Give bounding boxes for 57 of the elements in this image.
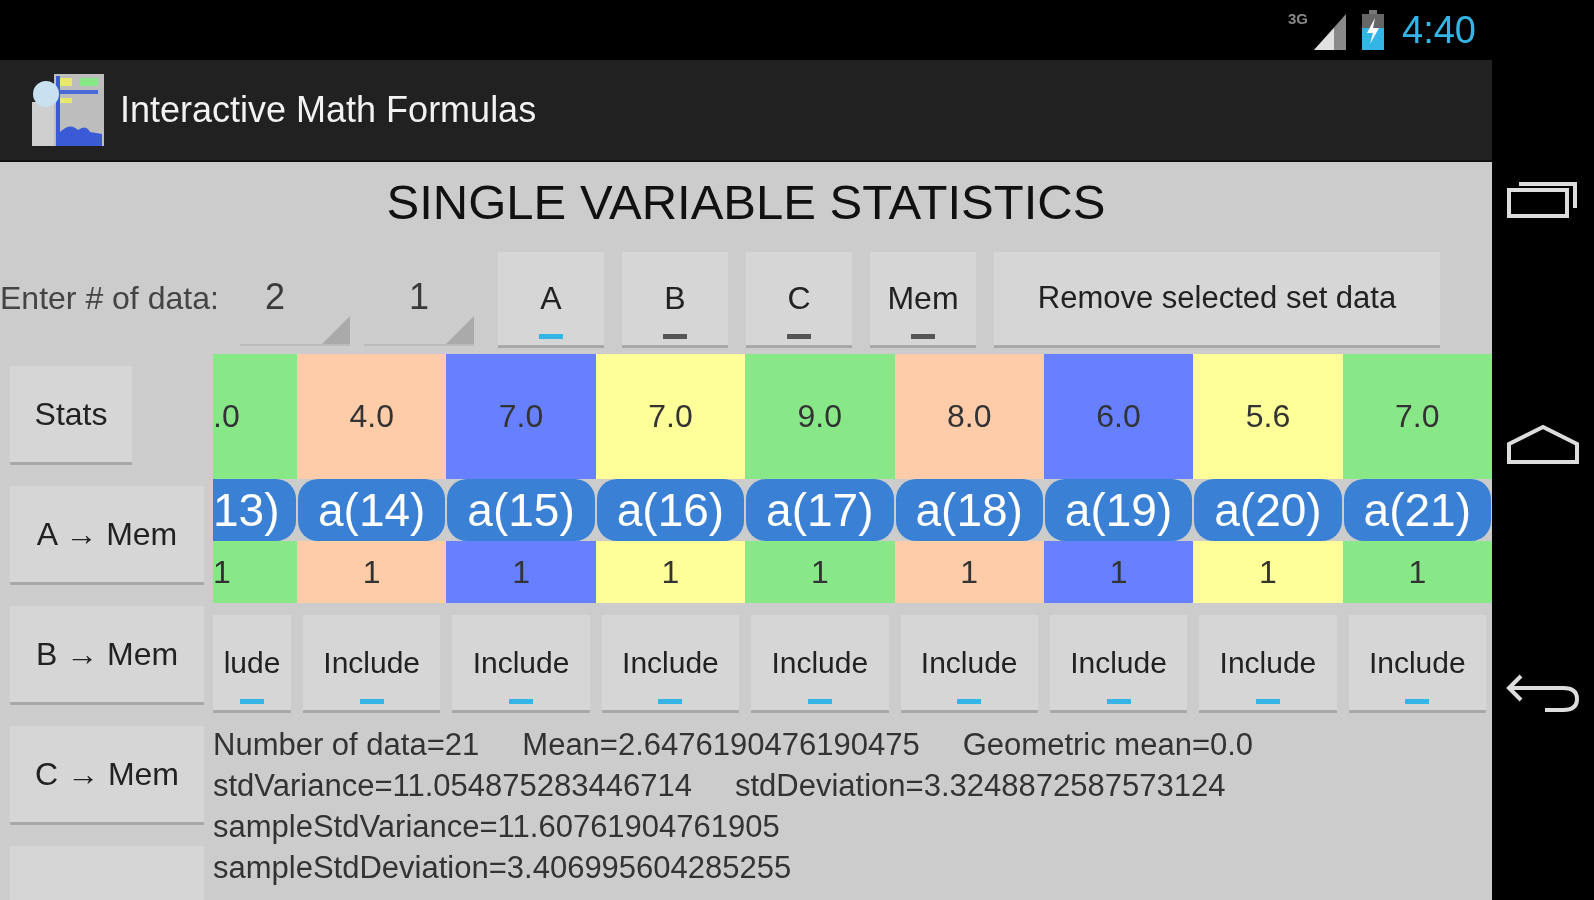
page-heading: SINGLE VARIABLE STATISTICS bbox=[385, 174, 1107, 231]
include-toggle-button[interactable]: Include bbox=[1199, 615, 1337, 710]
set-toggle-button[interactable]: A bbox=[498, 251, 604, 345]
data-label-tag: a(14) bbox=[298, 479, 446, 541]
network-type: 3G bbox=[1288, 10, 1309, 27]
data-weight-cell: 1 bbox=[894, 541, 1044, 603]
data-value-cell: 6.0 bbox=[1043, 354, 1194, 479]
statistics-result-line: sampleStdDeviation=3.406995604285255 bbox=[213, 849, 793, 887]
data-weight-cell: 1 bbox=[446, 541, 596, 603]
side-button[interactable]: C → Mem bbox=[10, 726, 204, 822]
data-value-cell: 8.0 bbox=[894, 354, 1044, 479]
include-toggle-button[interactable]: Include bbox=[303, 615, 441, 710]
statistics-result-line: Number of data=21 Mean=2.6476190476190475 Geometric mean=0.0 bbox=[213, 726, 1255, 764]
data-weight-cell: 1 bbox=[595, 541, 746, 603]
battery-charging-icon bbox=[1362, 10, 1385, 50]
data-value-cell: .0 bbox=[213, 354, 297, 479]
include-toggle-button[interactable]: Include bbox=[900, 615, 1038, 710]
statistics-result-line: sampleStdVariance=11.60761904761905 bbox=[213, 808, 781, 846]
data-weight-cell: 1 bbox=[297, 541, 447, 603]
set-toggle-button[interactable]: C bbox=[746, 251, 852, 345]
side-button[interactable]: Stats bbox=[10, 366, 132, 462]
home-icon[interactable] bbox=[1507, 424, 1579, 464]
statistics-result-line: stdVariance=11.054875283446714 stdDeviation=3.3248872587573124 bbox=[213, 767, 1227, 805]
side-button[interactable]: A → Mem bbox=[10, 486, 204, 582]
data-label-tag: a(18) bbox=[895, 479, 1043, 541]
include-toggle-button[interactable]: Include bbox=[601, 615, 740, 710]
data-count-label: Enter # of data: bbox=[0, 279, 220, 317]
data-label-tag: a(21) bbox=[1343, 479, 1491, 541]
remove-data-button[interactable]: Remove selected set data bbox=[994, 251, 1440, 345]
data-value-cell: 7.0 bbox=[1342, 354, 1492, 479]
include-toggle-button[interactable]: Include bbox=[452, 615, 590, 710]
data-value-cell: 9.0 bbox=[745, 354, 895, 479]
data-value-cell: 7.0 bbox=[446, 354, 596, 479]
data-weight-cell: 1 bbox=[1193, 541, 1343, 603]
data-label-tag: a(19) bbox=[1044, 479, 1193, 541]
include-toggle-button[interactable]: Include bbox=[1049, 615, 1188, 710]
data-weight-cell: 1 bbox=[1342, 541, 1492, 603]
set-toggle-button[interactable]: B bbox=[622, 251, 728, 345]
data-label-tag: a(15) bbox=[447, 479, 595, 541]
data-label-tag: a(20) bbox=[1194, 479, 1342, 541]
clock-time: 4:40 bbox=[1402, 8, 1476, 52]
data-weight-cell: 1 bbox=[213, 541, 297, 603]
data-value-cell: 4.0 bbox=[297, 354, 447, 479]
set-toggle-button[interactable]: Mem bbox=[870, 251, 976, 345]
app-title: Interactive Math Formulas bbox=[120, 89, 537, 131]
data-label-tag: a(16) bbox=[596, 479, 745, 541]
include-toggle-button[interactable]: Include bbox=[1348, 615, 1486, 710]
data-label-tag: a(17) bbox=[746, 479, 894, 541]
data-weight-cell: 1 bbox=[745, 541, 895, 603]
data-label-tag: 13) bbox=[213, 479, 296, 541]
include-toggle-button[interactable]: Include bbox=[751, 615, 889, 710]
data-value-cell: 5.6 bbox=[1193, 354, 1343, 479]
data-value-cell: 7.0 bbox=[595, 354, 746, 479]
app-logo-icon bbox=[30, 72, 106, 148]
include-toggle-button[interactable]: lude bbox=[213, 615, 291, 710]
data-weight-cell: 1 bbox=[1043, 541, 1194, 603]
side-button[interactable]: B → Mem bbox=[10, 606, 204, 702]
